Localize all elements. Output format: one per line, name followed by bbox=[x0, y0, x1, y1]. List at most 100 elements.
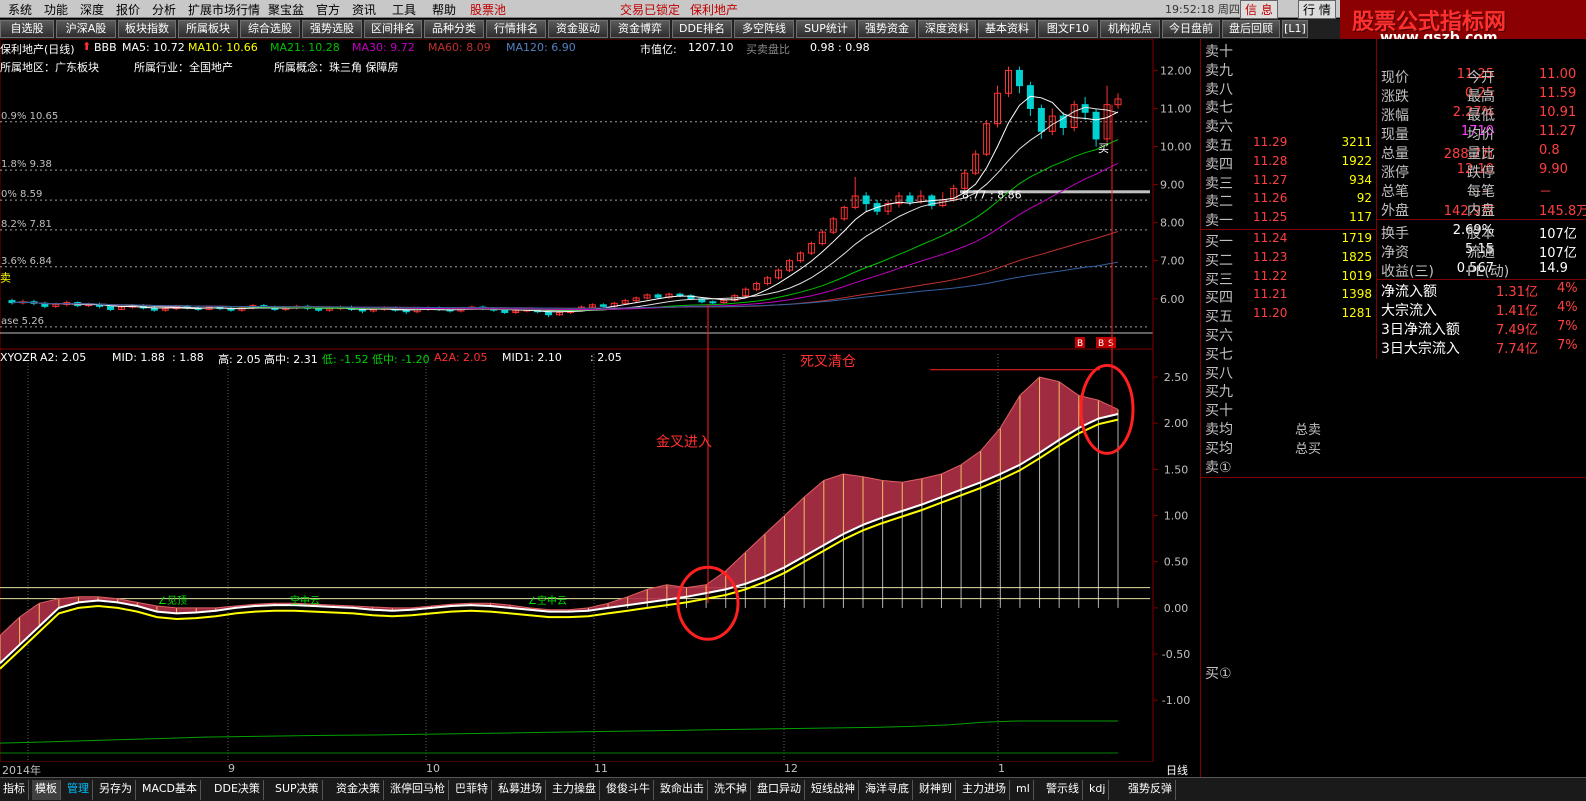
fib-level-label-5: ase 5.26 bbox=[1, 316, 44, 327]
menu-item-analysis[interactable]: 分析 bbox=[152, 1, 176, 18]
indicator-tab-22[interactable]: kdj bbox=[1086, 780, 1110, 800]
indicator-tick-label-2: 1.50 bbox=[1164, 463, 1189, 476]
date-label-1: 1 bbox=[998, 762, 1005, 775]
indicator-tab-11[interactable]: 主力操盘 bbox=[549, 780, 600, 800]
indicator-tab-12[interactable]: 俊俊斗牛 bbox=[603, 780, 654, 800]
indicator-tab-3[interactable]: 另存为 bbox=[96, 780, 136, 800]
indicator-tab-7[interactable]: 资金决策 bbox=[333, 780, 384, 800]
indicator-tab-5[interactable]: DDE决策 bbox=[211, 780, 264, 800]
candle-body bbox=[906, 195, 914, 203]
quote-label-2: 最低 bbox=[1467, 108, 1495, 124]
toolbar-button-9[interactable]: 资金驱动 bbox=[548, 20, 608, 38]
indicator-tab-21[interactable]: 警示线 bbox=[1043, 780, 1083, 800]
signal-text-1: B bbox=[1098, 339, 1104, 349]
indicator-tab-1[interactable]: 模板 bbox=[32, 780, 61, 800]
indicator-tab-14[interactable]: 洗不掉 bbox=[711, 780, 751, 800]
menu-item-official[interactable]: 官方 bbox=[316, 1, 340, 18]
sell-one-queue[interactable]: 卖① bbox=[1205, 457, 1232, 477]
buy-marker: 买 bbox=[1098, 142, 1109, 155]
indicator-highmid: 高中: 2.31 bbox=[264, 353, 318, 366]
buy-one-queue[interactable]: 买① bbox=[1205, 663, 1232, 683]
toolbar-button-16[interactable]: 基本资料 bbox=[978, 20, 1036, 38]
flow-label: 3日净流入额 bbox=[1381, 322, 1460, 338]
menu-item-help[interactable]: 帮助 bbox=[432, 1, 456, 18]
indicator-tab-23[interactable]: 强势反弹 bbox=[1125, 780, 1176, 800]
menu-item-stock-pool[interactable]: 股票池 bbox=[470, 1, 506, 18]
quote-label: 涨幅 bbox=[1381, 108, 1409, 124]
indicator-tab-6[interactable]: SUP决策 bbox=[272, 780, 323, 800]
toolbar-button-6[interactable]: 区间排名 bbox=[364, 20, 422, 38]
indicator-tab-13[interactable]: 致命出击 bbox=[657, 780, 708, 800]
indicator-tab-2[interactable]: 管理 bbox=[64, 780, 93, 800]
toolbar-button-17[interactable]: 图文F10 bbox=[1038, 20, 1098, 38]
fund-label-2: 流通 bbox=[1467, 245, 1495, 261]
flow-pct: 7% bbox=[1557, 338, 1578, 353]
sell-level-label: 卖十 bbox=[1205, 44, 1233, 60]
quote-value-2: 10.91 bbox=[1539, 105, 1577, 120]
indicator-v2: : 2.05 bbox=[590, 351, 622, 364]
period-label[interactable]: 日线 bbox=[1166, 762, 1188, 778]
indicator-tick-label-6: -0.50 bbox=[1162, 648, 1190, 661]
toolbar-button-2[interactable]: 板块指数 bbox=[118, 20, 176, 38]
menu-item-news[interactable]: 资讯 bbox=[352, 1, 376, 18]
quote-label-2: 每笔 bbox=[1467, 184, 1495, 200]
date-label-12: 12 bbox=[784, 762, 798, 775]
toolbar-button-19[interactable]: 今日盘前 bbox=[1162, 20, 1220, 38]
menu-item-jubaopen[interactable]: 聚宝盆 bbox=[268, 1, 304, 18]
toolbar-button-3[interactable]: 所属板块 bbox=[178, 20, 238, 38]
sell-price: 11.29 bbox=[1253, 135, 1288, 149]
buy-level-label: 买一 bbox=[1205, 234, 1233, 250]
buy-level-label: 买二 bbox=[1205, 252, 1233, 269]
indicator-tab-8[interactable]: 涨停回马枪 bbox=[387, 780, 449, 800]
toolbar-button-14[interactable]: 强势资金 bbox=[858, 20, 916, 38]
fund-value-2: 107亿 bbox=[1539, 246, 1577, 261]
price-tick-label-5: 7.00 bbox=[1160, 255, 1185, 268]
sell-level-label: 卖三 bbox=[1205, 175, 1233, 192]
toolbar-button-12[interactable]: 多空阵线 bbox=[734, 20, 794, 38]
toolbar-button-20[interactable]: 盘后回顾 bbox=[1222, 20, 1280, 38]
toolbar-button-1[interactable]: 沪深A股 bbox=[56, 20, 116, 38]
indicator-tab-10[interactable]: 私募进场 bbox=[495, 780, 546, 800]
indicator-tab-18[interactable]: 财神到 bbox=[916, 780, 956, 800]
buy-level-label: 买三 bbox=[1205, 271, 1233, 288]
fund-label-2: 股本 bbox=[1467, 226, 1495, 242]
buy-level-label: 买八 bbox=[1205, 365, 1233, 382]
quote-label: 总笔 bbox=[1381, 184, 1409, 200]
menu-item-quote[interactable]: 报价 bbox=[116, 1, 140, 18]
indicator-tab-4[interactable]: MACD基本 bbox=[139, 780, 201, 800]
toolbar-button-18[interactable]: 机构视点 bbox=[1100, 20, 1160, 38]
toolbar-button-10[interactable]: 资金博弈 bbox=[610, 20, 670, 38]
sell-volume: 117 bbox=[1349, 210, 1372, 225]
sell-volume: 1922 bbox=[1341, 153, 1372, 168]
toolbar-button-11[interactable]: DDE排名 bbox=[672, 20, 732, 38]
indicator-tab-9[interactable]: 巴菲特 bbox=[452, 780, 492, 800]
quote-value-2: 11.27 bbox=[1539, 124, 1577, 139]
toolbar-button-21[interactable]: [L1] bbox=[1282, 20, 1308, 38]
menu-item-tools[interactable]: 工具 bbox=[392, 1, 416, 18]
indicator-tab-20[interactable]: ml bbox=[1013, 780, 1034, 800]
indicator-tab-17[interactable]: 海洋寻底 bbox=[862, 780, 913, 800]
info-button[interactable]: 信 息 bbox=[1240, 0, 1278, 19]
indicator-tab-19[interactable]: 主力进场 bbox=[959, 780, 1010, 800]
toolbar-button-4[interactable]: 综合选股 bbox=[240, 20, 300, 38]
clock: 19:52:18 周四 bbox=[1165, 3, 1240, 16]
toolbar-button-7[interactable]: 品种分类 bbox=[424, 20, 484, 38]
indicator-tick-label-5: 0.00 bbox=[1164, 602, 1189, 615]
indicator-tab-15[interactable]: 盘口异动 bbox=[754, 780, 805, 800]
quote-label: 涨跌 bbox=[1381, 89, 1409, 105]
toolbar-button-5[interactable]: 强势选股 bbox=[302, 20, 362, 38]
menu-item-depth[interactable]: 深度 bbox=[80, 1, 104, 18]
market-button[interactable]: 行 情 bbox=[1298, 0, 1336, 19]
indicator-tab-16[interactable]: 短线战神 bbox=[808, 780, 859, 800]
toolbar-button-8[interactable]: 行情排名 bbox=[486, 20, 546, 38]
toolbar-button-0[interactable]: 自选股 bbox=[0, 20, 54, 38]
buy-price: 11.23 bbox=[1253, 249, 1288, 264]
indicator-a2: A2: 2.05 bbox=[40, 351, 87, 364]
menu-item-ext-market[interactable]: 扩展市场行情 bbox=[188, 1, 260, 18]
indicator-tab-0[interactable]: 指标 bbox=[0, 780, 29, 800]
toolbar-button-13[interactable]: SUP统计 bbox=[796, 20, 856, 38]
menu-item-function[interactable]: 功能 bbox=[44, 1, 68, 18]
toolbar-button-15[interactable]: 深度资料 bbox=[918, 20, 976, 38]
fib-level-label-2: 0% 8.59 bbox=[1, 189, 42, 200]
menu-item-system[interactable]: 系统 bbox=[8, 1, 32, 18]
